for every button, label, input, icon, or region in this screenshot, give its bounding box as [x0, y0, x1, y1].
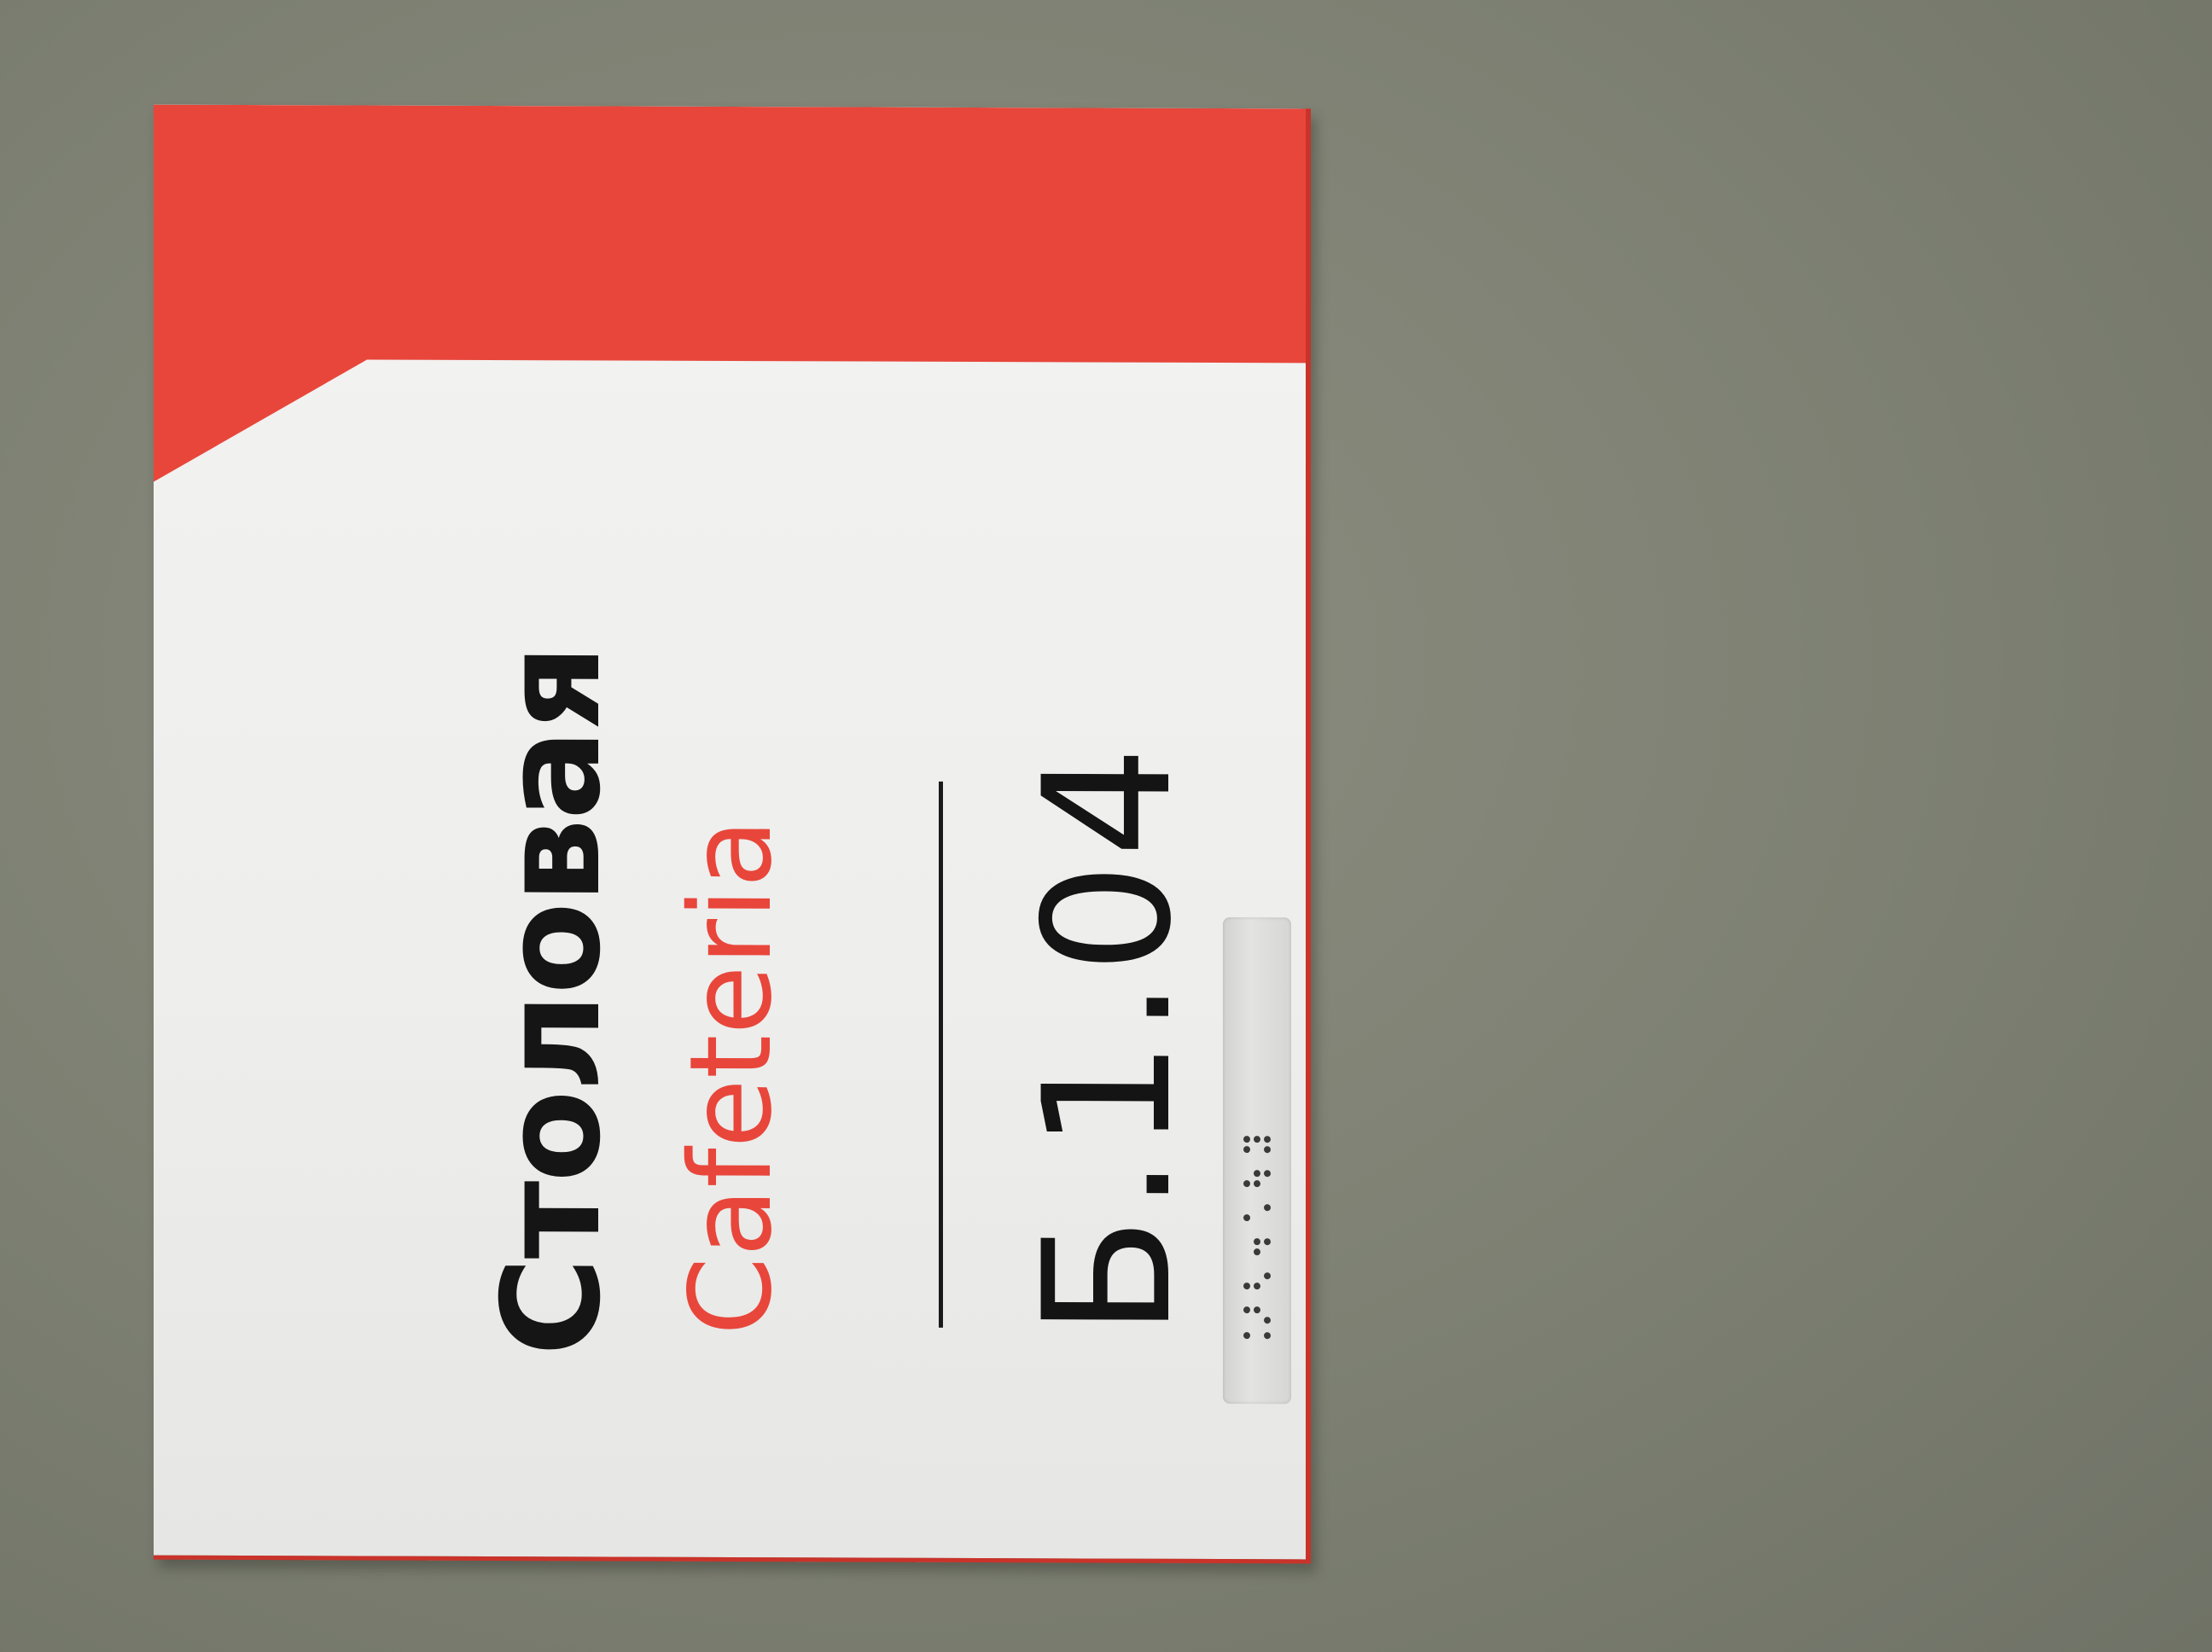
braille-plate: [1223, 917, 1291, 1405]
room-sign: Столовая Cafeteria Б.1.04: [154, 104, 1311, 1564]
vertical-divider: [939, 781, 943, 1328]
room-name-english: Cafeteria: [666, 818, 797, 1336]
room-name-russian: Столовая: [474, 645, 631, 1357]
red-accent-stripe: [154, 104, 1306, 482]
room-number: Б.1.04: [1007, 740, 1210, 1337]
braille-dots-icon: [1243, 1136, 1271, 1340]
